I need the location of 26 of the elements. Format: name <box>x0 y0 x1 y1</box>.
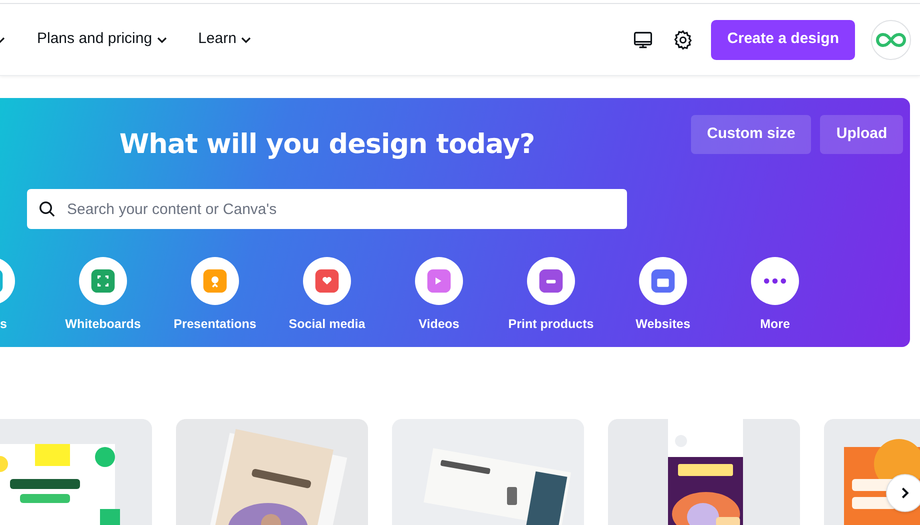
category-label: Presentations <box>174 316 256 333</box>
category-item[interactable]: Social media <box>271 257 383 334</box>
category-item[interactable]: Videos <box>383 257 495 334</box>
category-item[interactable]: Print products <box>495 257 607 334</box>
settings-icon[interactable] <box>672 28 694 50</box>
nav-menu[interactable]: Learn <box>198 28 252 51</box>
category-label: Whiteboards <box>65 316 141 333</box>
search-field[interactable]: Search your content or Canva's <box>27 189 627 229</box>
category-item[interactable]: Whiteboards <box>47 257 159 334</box>
category-item[interactable]: Presentations <box>159 257 271 334</box>
category-item[interactable]: s <box>0 257 47 334</box>
category-label: Websites <box>636 316 690 333</box>
hero-button[interactable]: Custom size <box>691 115 812 154</box>
category-item[interactable]: Websites <box>607 257 719 334</box>
category-label: Print products <box>508 316 594 333</box>
search-icon <box>37 199 57 219</box>
create-design-button[interactable]: Create a design <box>711 20 855 60</box>
hero-title: What will you design today? <box>119 128 535 162</box>
category-label: Social media <box>288 316 366 333</box>
category-item[interactable]: More <box>719 257 831 334</box>
infinity-icon <box>876 32 906 48</box>
category-label: More <box>760 316 790 333</box>
nav-menu[interactable]: Plans and pricing <box>37 28 168 51</box>
hero-button[interactable]: Upload <box>820 115 904 154</box>
category-label: s <box>0 316 7 333</box>
category-label: Videos <box>418 316 460 333</box>
